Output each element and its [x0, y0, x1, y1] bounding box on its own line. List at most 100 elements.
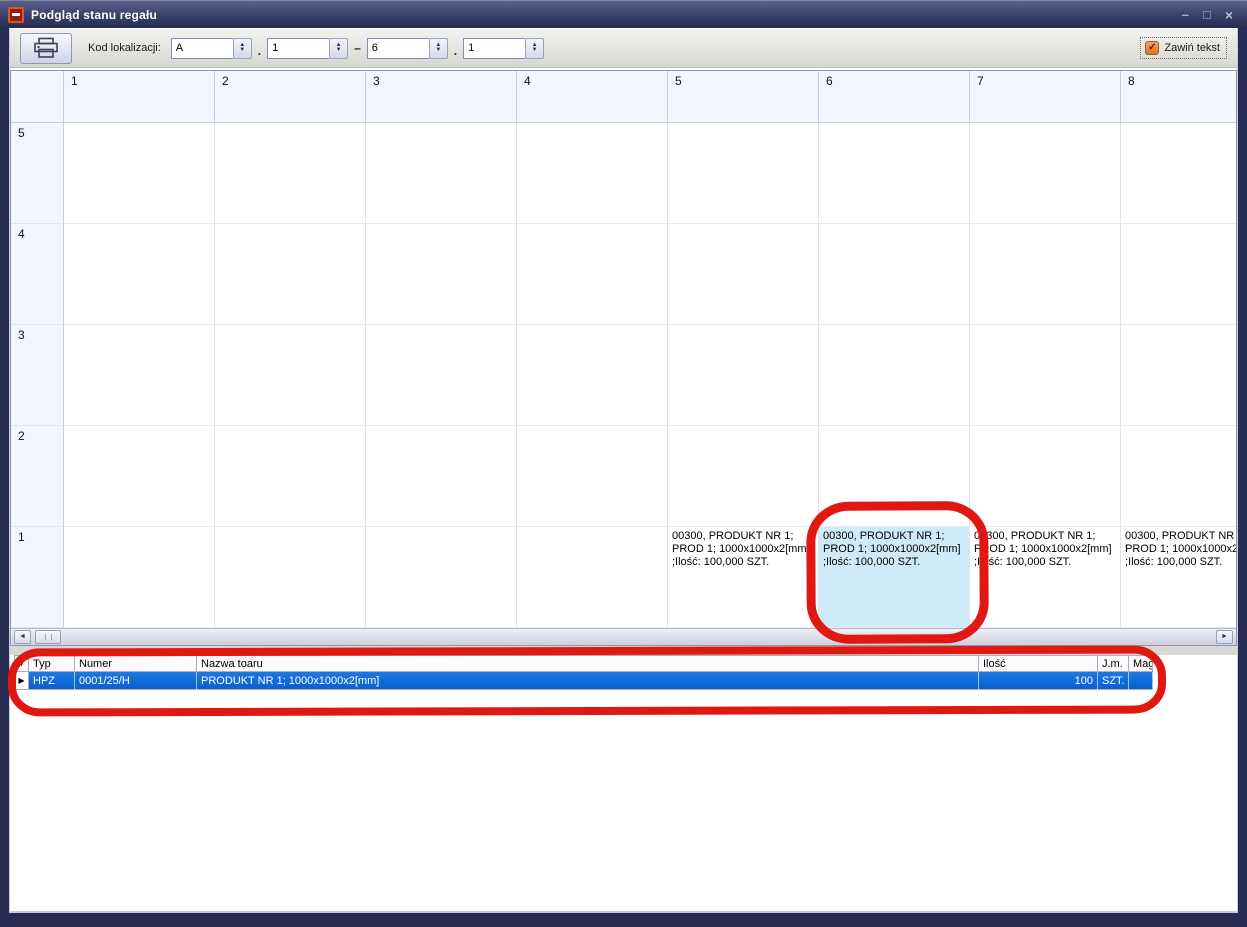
row-header: 5	[11, 123, 64, 224]
grid-row: 5	[11, 123, 1236, 224]
grid-cell[interactable]	[970, 325, 1121, 426]
spinner-buttons[interactable]: ▲ ▼	[233, 38, 252, 59]
col-from-input[interactable]	[267, 38, 329, 59]
grid-cell-product[interactable]: 00300, PRODUKT NR 1; PROD 1; 1000x1000x2…	[668, 527, 819, 628]
grid-cell[interactable]	[668, 123, 819, 224]
col-header-numer[interactable]: Numer	[75, 655, 197, 672]
spinner-buttons[interactable]: ▲ ▼	[329, 38, 348, 59]
column-header: 2	[215, 71, 366, 122]
minimize-icon[interactable]: –	[1182, 8, 1189, 22]
scroll-left-icon[interactable]: ◄	[14, 630, 31, 644]
grid-cell[interactable]	[819, 224, 970, 325]
product-cell-text: 00300, PRODUKT NR 1; PROD 1; 1000x1000x2…	[819, 527, 969, 569]
col-header-typ[interactable]: Typ	[29, 655, 75, 672]
cell-ilosc[interactable]: 100	[979, 672, 1098, 690]
grid-cell[interactable]	[366, 325, 517, 426]
grid-cell[interactable]	[64, 426, 215, 527]
grid-cell[interactable]	[517, 325, 668, 426]
rack-letter-input[interactable]	[171, 38, 233, 59]
grid-cell[interactable]	[970, 426, 1121, 527]
grid-cell[interactable]	[1121, 325, 1237, 426]
grid-cell[interactable]	[366, 426, 517, 527]
printer-icon	[33, 37, 59, 59]
checkbox-checked-icon[interactable]: ✓	[1145, 41, 1159, 55]
separator-dot: .	[258, 44, 261, 58]
close-icon[interactable]: ×	[1225, 8, 1233, 22]
spin-down-icon[interactable]: ▼	[239, 48, 245, 53]
grid-cell[interactable]	[517, 426, 668, 527]
grid-cell[interactable]	[64, 527, 215, 628]
table-header-row: ▼ Typ Numer Nazwa toaru Ilość J.m. Mag	[14, 655, 1153, 672]
print-button[interactable]	[20, 33, 72, 64]
grid-cell[interactable]	[215, 224, 366, 325]
grid-cell[interactable]	[64, 224, 215, 325]
grid-cell[interactable]	[1121, 224, 1237, 325]
grid-cell[interactable]	[668, 224, 819, 325]
grid-cell[interactable]	[366, 527, 517, 628]
col-header-jm[interactable]: J.m.	[1098, 655, 1129, 672]
spinner-buttons[interactable]: ▲ ▼	[525, 38, 544, 59]
filter-icon[interactable]: ▼	[14, 655, 29, 672]
column-header: 6	[819, 71, 970, 122]
row-header: 3	[11, 325, 64, 426]
grid-cell-product[interactable]: 00300, PRODUKT NR 1; PROD 1; 1000x1000x2…	[1121, 527, 1237, 628]
grid-cell-product-highlighted[interactable]: 00300, PRODUKT NR 1; PROD 1; 1000x1000x2…	[819, 527, 970, 628]
col-header-ilosc[interactable]: Ilość	[979, 655, 1098, 672]
cell-typ[interactable]: HPZ	[29, 672, 75, 690]
window-controls: – □ ×	[1182, 8, 1239, 22]
wrap-text-label: Zawiń tekst	[1164, 42, 1220, 54]
grid-cell[interactable]	[668, 325, 819, 426]
grid-cell[interactable]	[970, 224, 1121, 325]
level-input[interactable]	[463, 38, 525, 59]
grid-cell[interactable]	[64, 123, 215, 224]
grid-cell[interactable]	[64, 325, 215, 426]
scroll-right-icon[interactable]: ►	[1216, 630, 1233, 644]
splitter	[10, 646, 1237, 655]
grid-cell[interactable]	[517, 527, 668, 628]
grid-cell[interactable]	[366, 123, 517, 224]
column-header: 1	[64, 71, 215, 122]
location-level-spinner: ▲ ▼	[463, 38, 544, 59]
row-header: 1	[11, 527, 64, 628]
spin-down-icon[interactable]: ▼	[435, 48, 441, 53]
scrollbar-thumb[interactable]	[35, 630, 61, 644]
grid-cell[interactable]	[970, 123, 1121, 224]
grid-column-header-row: 1 2 3 4 5 6 7 8	[11, 71, 1236, 123]
grid-cell-product[interactable]: 00300, PRODUKT NR 1; PROD 1; 1000x1000x2…	[970, 527, 1121, 628]
location-rack-spinner: ▲ ▼	[171, 38, 252, 59]
grid-cell[interactable]	[366, 224, 517, 325]
col-header-nazwa[interactable]: Nazwa toaru	[197, 655, 979, 672]
grid-cell[interactable]	[517, 123, 668, 224]
cell-jm[interactable]: SZT.	[1098, 672, 1129, 690]
shelf-grid: 1 2 3 4 5 6 7 8 5 4	[10, 70, 1237, 646]
col-header-mag[interactable]: Mag	[1129, 655, 1153, 672]
column-header: 5	[668, 71, 819, 122]
grid-cell[interactable]	[215, 527, 366, 628]
spin-down-icon[interactable]: ▼	[336, 48, 342, 53]
grid-cell[interactable]	[517, 224, 668, 325]
grid-cell[interactable]	[215, 123, 366, 224]
spinner-buttons[interactable]: ▲ ▼	[429, 38, 448, 59]
table-row-selected[interactable]: ▶ HPZ 0001/25/H PRODUKT NR 1; 1000x1000x…	[14, 672, 1153, 690]
col-to-input[interactable]	[367, 38, 429, 59]
grid-cell[interactable]	[668, 426, 819, 527]
spin-down-icon[interactable]: ▼	[532, 48, 538, 53]
grid-cell[interactable]	[215, 325, 366, 426]
grid-cell[interactable]	[1121, 123, 1237, 224]
maximize-icon[interactable]: □	[1203, 8, 1211, 22]
cell-nazwa[interactable]: PRODUKT NR 1; 1000x1000x2[mm]	[197, 672, 979, 690]
row-marker-icon: ▶	[14, 672, 29, 690]
grid-cell[interactable]	[819, 426, 970, 527]
wrap-text-checkbox[interactable]: ✓ Zawiń tekst	[1140, 37, 1227, 59]
location-col-to-spinner: ▲ ▼	[367, 38, 448, 59]
cell-mag[interactable]	[1129, 672, 1153, 690]
cell-numer[interactable]: 0001/25/H	[75, 672, 197, 690]
row-header: 2	[11, 426, 64, 527]
grid-cell[interactable]	[819, 123, 970, 224]
stock-table: ▼ Typ Numer Nazwa toaru Ilość J.m. Mag ▶…	[14, 655, 1153, 690]
grid-cell[interactable]	[819, 325, 970, 426]
horizontal-scrollbar[interactable]: ◄ ►	[11, 628, 1236, 645]
column-header: 4	[517, 71, 668, 122]
grid-cell[interactable]	[215, 426, 366, 527]
grid-cell[interactable]	[1121, 426, 1237, 527]
